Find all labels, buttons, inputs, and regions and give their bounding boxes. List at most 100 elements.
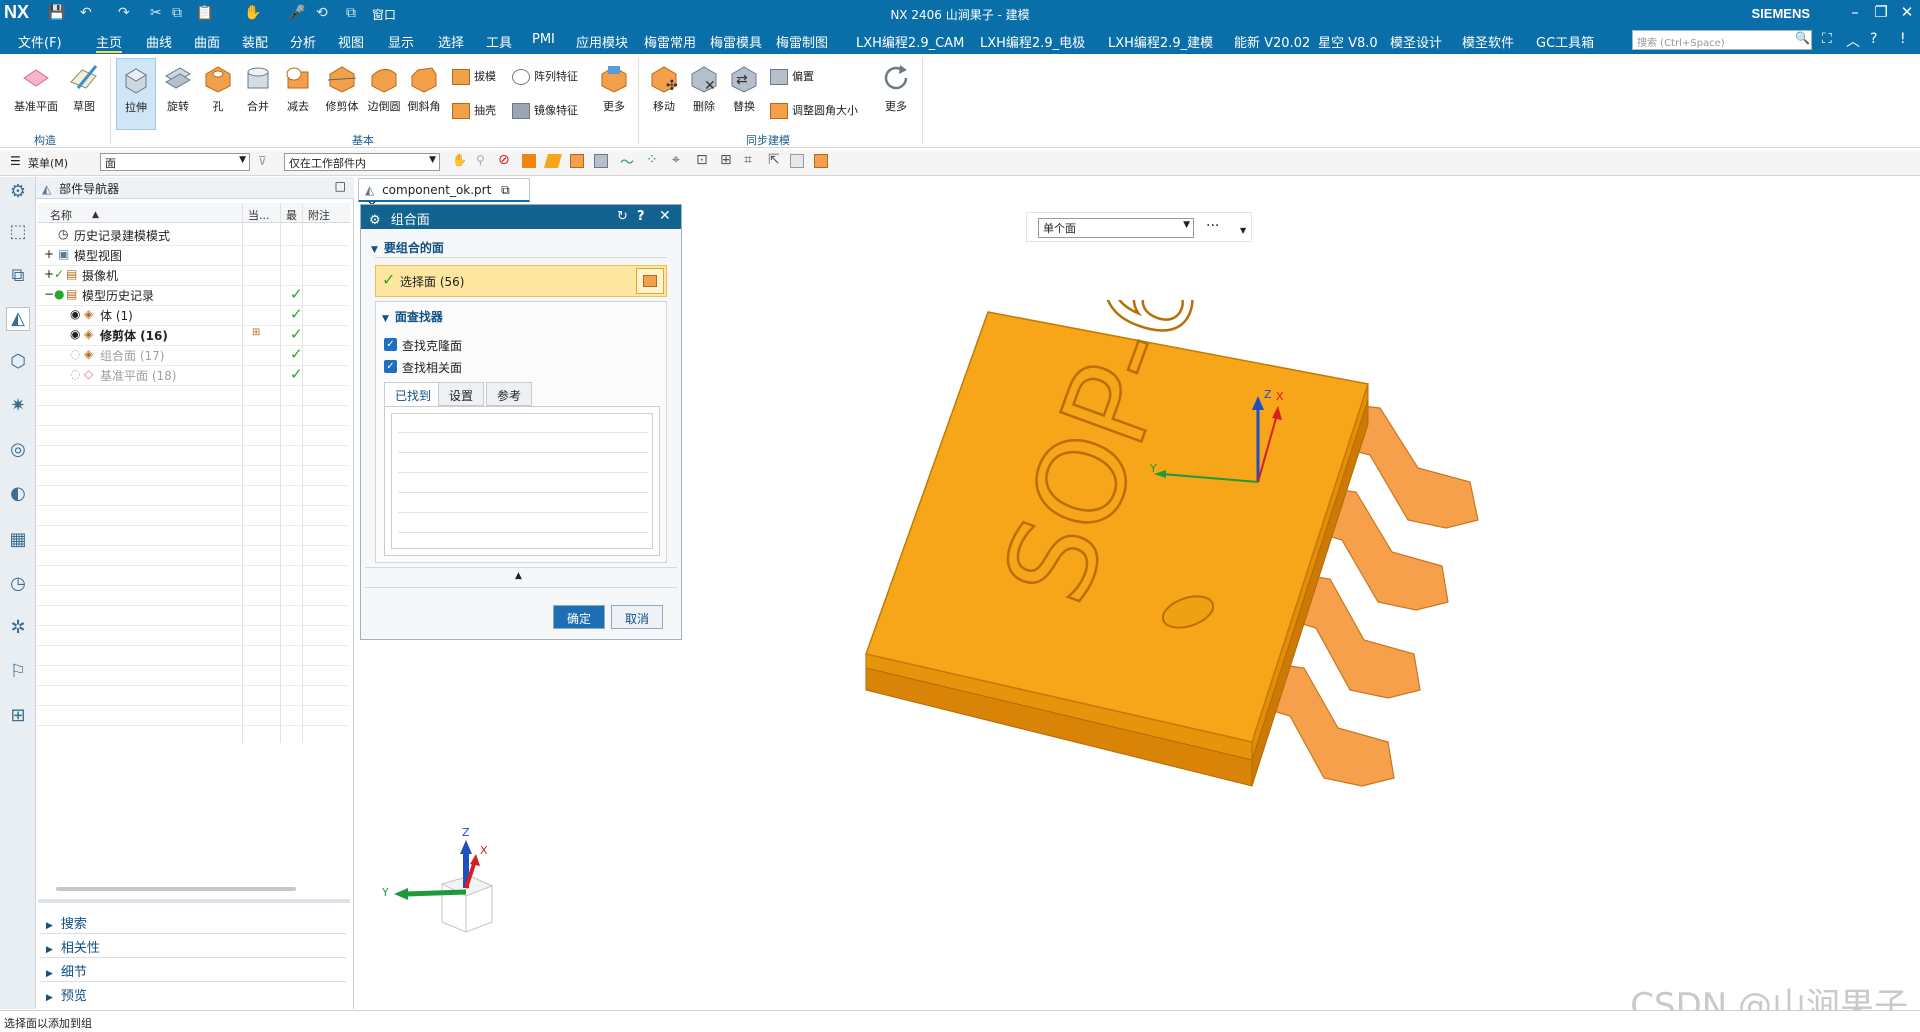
clock-icon[interactable]: ◷ xyxy=(6,573,30,597)
alert-icon[interactable]: ! xyxy=(1900,31,1906,47)
fullscreen-icon[interactable]: ⛶ xyxy=(1822,31,1832,47)
settings-icon[interactable]: ⚙ xyxy=(6,181,30,205)
filter-icon[interactable]: ⊽ xyxy=(258,154,267,168)
select-face-row[interactable]: ✓ 选择面 (56) xyxy=(375,265,667,297)
tab-found[interactable]: 已找到 xyxy=(384,382,443,406)
box-select-icon[interactable] xyxy=(790,154,804,168)
face-rule-select[interactable]: 单个面 ▼ xyxy=(1038,218,1194,238)
pattern-feature-button[interactable]: 阵列特征 xyxy=(512,68,588,85)
type-filter-select[interactable]: 面 ▼ xyxy=(100,153,250,171)
trim-body-button[interactable]: 修剪体 xyxy=(320,62,364,114)
tree-row-cameras[interactable]: + ✓ ▤ 摄像机 xyxy=(42,265,342,285)
menu-item-12[interactable]: 梅雷常用 xyxy=(644,32,696,51)
tree-row-datum-plane[interactable]: ◌ ◇ 基准平面 (18) ✓ xyxy=(42,365,342,385)
curve-icon[interactable]: 〜 xyxy=(620,152,634,172)
tree-row-model-history[interactable]: − ● ▤ 模型历史记录 ✓ xyxy=(42,285,342,305)
horizontal-scrollbar[interactable] xyxy=(56,887,296,891)
tree-row-model-views[interactable]: + ▣ 模型视图 xyxy=(42,245,342,265)
menu-item-14[interactable]: 梅雷制图 xyxy=(776,32,828,51)
assembly-navigator-icon[interactable]: ⬚ xyxy=(6,221,30,245)
draft-button[interactable]: 拔模 xyxy=(452,68,512,85)
sort-ascending-icon[interactable]: ▲ xyxy=(92,210,99,226)
subtract-button[interactable]: 减去 xyxy=(280,62,316,114)
model-viewport[interactable]: SOP-6 Z Y X xyxy=(850,300,1490,800)
snap-face-icon[interactable]: ⊞ xyxy=(720,152,732,168)
no-filter-icon[interactable]: ⊘ xyxy=(498,152,510,168)
menu-item-13[interactable]: 梅雷模具 xyxy=(710,32,762,51)
expand-icon[interactable]: + xyxy=(44,247,54,261)
role-icon[interactable]: ⚐ xyxy=(6,661,30,685)
tools-icon[interactable]: ✲ xyxy=(6,617,30,641)
snap-box-icon[interactable]: ⊡ xyxy=(696,152,708,168)
menu-item-18[interactable]: 能新 V20.02 xyxy=(1234,32,1310,51)
menu-item-11[interactable]: 应用模块 xyxy=(576,32,628,51)
hole-button[interactable]: 孔 xyxy=(200,62,236,114)
shade-icon[interactable] xyxy=(814,154,828,168)
select-cursor-icon[interactable]: ⇱ xyxy=(768,152,780,168)
part-navigator-icon[interactable]: ◭ xyxy=(6,307,30,331)
palette-icon[interactable]: ▦ xyxy=(6,529,30,553)
collapse-icon[interactable]: − xyxy=(44,287,54,301)
menu-item-1[interactable]: 主页 xyxy=(96,32,123,53)
expand-icon[interactable]: + xyxy=(44,267,54,281)
restore-button[interactable]: ❐ xyxy=(1870,3,1892,21)
close-icon[interactable]: ✕ xyxy=(659,208,671,224)
shell-button[interactable]: 抽壳 xyxy=(452,102,512,119)
hidden-icon[interactable]: ◌ xyxy=(70,367,80,381)
command-search-input[interactable]: 搜索 (Ctrl+Space) xyxy=(1632,30,1812,50)
close-button[interactable]: ✕ xyxy=(1896,3,1918,21)
menu-item-4[interactable]: 装配 xyxy=(242,32,268,51)
reset-icon[interactable]: ↻ xyxy=(617,209,628,224)
visibility-eye-icon[interactable]: ◉ xyxy=(70,307,80,321)
revolve-button[interactable]: 旋转 xyxy=(160,62,196,114)
hd3d-icon[interactable]: ✷ xyxy=(6,395,30,419)
tree-row-body[interactable]: ◉ ◈ 体 (1) ✓ xyxy=(42,305,342,325)
resize-blend-button[interactable]: 调整圆角大小 xyxy=(770,102,870,119)
collapse-arrow-icon[interactable]: ▲ xyxy=(515,571,522,581)
edge-blend-button[interactable]: 边倒圆 xyxy=(364,62,404,114)
hidden-icon[interactable]: ◌ xyxy=(70,347,80,361)
body-face-icon[interactable] xyxy=(594,154,608,168)
section-details[interactable]: ▶ 细节 xyxy=(46,961,87,980)
offset-face-button[interactable]: 偏置 xyxy=(770,68,830,85)
minimize-button[interactable]: – xyxy=(1844,3,1866,21)
section-search[interactable]: ▶ 搜索 xyxy=(46,913,87,932)
chevron-up-icon[interactable]: ︿ xyxy=(1846,31,1860,51)
constraint-navigator-icon[interactable]: ⧉ xyxy=(6,265,30,289)
find-related-faces-checkbox[interactable]: ✓ xyxy=(384,360,397,373)
menu-item-19[interactable]: 星空 V8.0 xyxy=(1318,32,1378,51)
found-faces-list[interactable] xyxy=(391,413,653,549)
section-faces-to-combine[interactable]: ▼ 要组合的面 xyxy=(371,239,444,256)
help-icon[interactable]: ? xyxy=(1870,31,1877,47)
delete-face-button[interactable]: ✕ 删除 xyxy=(686,62,722,114)
maximize-panel-icon[interactable]: □ xyxy=(335,179,346,193)
tab-pin-icon[interactable]: ⧉ xyxy=(501,183,510,197)
hamburger-icon[interactable]: ☰ xyxy=(10,154,21,168)
select-face-button[interactable] xyxy=(636,268,664,294)
section-preview[interactable]: ▶ 预览 xyxy=(46,985,87,1004)
snap-icon[interactable]: ⌖ xyxy=(672,152,680,168)
mirror-feature-button[interactable]: 镜像特征 xyxy=(512,102,588,119)
more-basic-button[interactable]: 更多 xyxy=(594,62,634,114)
column-current[interactable]: 当... xyxy=(248,207,270,223)
menu-item-6[interactable]: 视图 xyxy=(338,32,364,51)
menu-button[interactable]: 菜单(M) xyxy=(28,155,68,171)
face-icon[interactable] xyxy=(544,154,562,168)
menu-item-0[interactable]: 文件(F) xyxy=(18,32,62,51)
view-triad[interactable]: Z Y X xyxy=(378,826,508,936)
select-all-icon[interactable]: ✋ xyxy=(452,153,467,167)
search-icon[interactable]: 🔍 xyxy=(1795,31,1810,45)
datum-plane-button[interactable]: 基准平面 xyxy=(8,62,64,114)
document-tab[interactable]: ◭ component_ok.prt ⧉ ✕ xyxy=(358,178,530,212)
tree-row-history-mode[interactable]: ◷ 历史记录建模模式 xyxy=(42,225,342,245)
menu-item-15[interactable]: LXH编程2.9_CAM xyxy=(856,32,964,51)
layout-icon[interactable]: ⊞ xyxy=(6,705,30,729)
tab-reference[interactable]: 参考 xyxy=(486,382,533,406)
ok-button[interactable]: 确定 xyxy=(553,605,605,629)
reuse-library-icon[interactable]: ⬡ xyxy=(6,351,30,375)
unite-button[interactable]: 合并 xyxy=(240,62,276,114)
visibility-eye-icon[interactable]: ◉ xyxy=(70,327,80,341)
extrude-button[interactable]: 拉伸 xyxy=(116,58,156,130)
snap-point-icon[interactable]: ⌗ xyxy=(744,152,752,168)
column-latest[interactable]: 最 xyxy=(286,207,297,223)
